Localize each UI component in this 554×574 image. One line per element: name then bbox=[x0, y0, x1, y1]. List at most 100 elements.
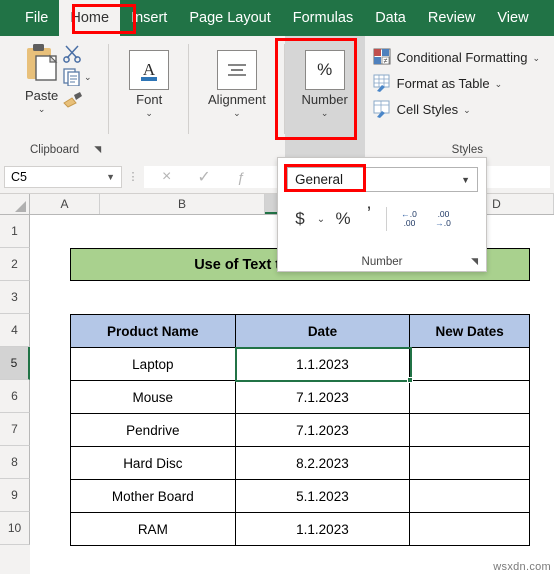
cell-new-date[interactable] bbox=[409, 446, 530, 480]
decrease-decimal-button[interactable]: .00 →.0 bbox=[426, 204, 460, 234]
table-row[interactable]: Mother Board 5.1.2023 bbox=[70, 479, 530, 513]
column-header-new-dates: New Dates bbox=[409, 314, 530, 348]
number-format-chevron-down-icon[interactable]: ▼ bbox=[461, 175, 470, 185]
select-all-corner[interactable] bbox=[0, 194, 30, 214]
data-table: Product Name Date New Dates Laptop 1.1.2… bbox=[70, 314, 530, 546]
alignment-group-button-label[interactable]: Alignment bbox=[208, 92, 266, 107]
cell-date[interactable]: 7.1.2023 bbox=[234, 380, 411, 414]
comma-style-button[interactable]: ’ bbox=[357, 204, 381, 234]
cell-product-name[interactable]: Hard Disc bbox=[70, 446, 236, 480]
cell-date[interactable]: 1.1.2023 bbox=[234, 347, 411, 381]
alignment-chevron-down-icon[interactable]: ⌄ bbox=[233, 108, 241, 118]
cell-date[interactable]: 8.2.2023 bbox=[234, 446, 411, 480]
tab-view[interactable]: View bbox=[486, 0, 539, 36]
font-group-button-label[interactable]: Font bbox=[136, 92, 162, 107]
cell-styles-chevron-down-icon[interactable]: ⌄ bbox=[463, 105, 471, 115]
row-header-8[interactable]: 8 bbox=[0, 446, 30, 479]
column-header-a[interactable]: A bbox=[30, 194, 100, 214]
cell-product-name[interactable]: Laptop bbox=[70, 347, 236, 381]
ribbon-group-number[interactable]: % Number ⌄ bbox=[284, 36, 365, 160]
paste-button-label[interactable]: Paste bbox=[25, 88, 58, 103]
copy-chevron-down-icon[interactable]: ⌄ bbox=[84, 72, 92, 82]
tab-home[interactable]: Home bbox=[59, 0, 121, 36]
row-header-5[interactable]: 5 bbox=[0, 347, 30, 380]
name-box-value: C5 bbox=[11, 169, 27, 184]
tab-formulas[interactable]: Formulas bbox=[282, 0, 364, 36]
cell-product-name[interactable]: RAM bbox=[70, 512, 236, 546]
insert-function-icon[interactable]: ƒ bbox=[237, 169, 245, 185]
row-header-2[interactable]: 2 bbox=[0, 248, 30, 281]
increase-decimal-button[interactable]: ←.0 .00 bbox=[392, 204, 426, 234]
tab-page-layout[interactable]: Page Layout bbox=[178, 0, 281, 36]
cut-button[interactable] bbox=[62, 42, 108, 65]
number-chevron-down-icon[interactable]: ⌄ bbox=[321, 108, 329, 118]
number-format-button[interactable]: % bbox=[304, 50, 345, 90]
format-as-table-chevron-down-icon[interactable]: ⌄ bbox=[495, 79, 503, 89]
confirm-icon[interactable]: ✓ bbox=[197, 167, 210, 187]
cell-new-date[interactable] bbox=[409, 479, 530, 513]
table-header-row: Product Name Date New Dates bbox=[70, 314, 530, 348]
column-header-b[interactable]: B bbox=[100, 194, 265, 214]
row-header-3[interactable]: 3 bbox=[0, 281, 30, 314]
font-chevron-down-icon[interactable]: ⌄ bbox=[145, 108, 153, 118]
cell-new-date[interactable] bbox=[409, 512, 530, 546]
format-painter-button[interactable] bbox=[62, 88, 108, 111]
format-as-table-icon bbox=[373, 74, 392, 92]
number-dialog-launcher-icon[interactable]: ◥ bbox=[471, 256, 478, 267]
row-header-6[interactable]: 6 bbox=[0, 380, 30, 413]
format-as-table-label: Format as Table bbox=[396, 75, 490, 91]
table-row[interactable]: Mouse 7.1.2023 bbox=[70, 380, 530, 414]
row-header-7[interactable]: 7 bbox=[0, 413, 30, 446]
clipboard-group-label: Clipboard bbox=[29, 144, 80, 156]
alignment-button[interactable] bbox=[216, 50, 257, 90]
cell-date[interactable]: 5.1.2023 bbox=[234, 479, 411, 513]
cell-product-name[interactable]: Mother Board bbox=[70, 479, 236, 513]
decrease-decimal-icon: .00 →.0 bbox=[435, 209, 451, 228]
ribbon-group-styles: ≠ Conditional Formatting ⌄ Format as Tab… bbox=[365, 36, 554, 160]
ribbon-body: Paste ⌄ ⌄ Clipboard ◥ A Font ⌄ Alignment… bbox=[0, 36, 554, 160]
tab-insert[interactable]: Insert bbox=[120, 0, 178, 36]
cell-new-date[interactable] bbox=[409, 380, 530, 414]
font-button[interactable]: A bbox=[129, 50, 170, 90]
table-row[interactable]: Pendrive 7.1.2023 bbox=[70, 413, 530, 447]
cell-product-name[interactable]: Mouse bbox=[70, 380, 236, 414]
cell-product-name[interactable]: Pendrive bbox=[70, 413, 236, 447]
currency-button[interactable]: $ bbox=[287, 204, 313, 234]
conditional-formatting-button[interactable]: ≠ Conditional Formatting ⌄ bbox=[373, 44, 540, 70]
cell-styles-icon bbox=[373, 100, 392, 118]
formula-bar-separator: ⋮ bbox=[127, 171, 139, 183]
number-buttons-divider bbox=[386, 207, 387, 231]
copy-button[interactable]: ⌄ bbox=[62, 65, 108, 88]
table-row[interactable]: RAM 1.1.2023 bbox=[70, 512, 530, 546]
clipboard-dialog-launcher-icon[interactable]: ◥ bbox=[94, 144, 101, 155]
cell-date[interactable]: 1.1.2023 bbox=[234, 512, 411, 546]
format-as-table-button[interactable]: Format as Table ⌄ bbox=[373, 70, 503, 96]
format-painter-icon bbox=[62, 91, 84, 109]
table-row[interactable]: Laptop 1.1.2023 bbox=[70, 347, 530, 381]
row-header-10[interactable]: 10 bbox=[0, 512, 30, 545]
cut-icon bbox=[62, 44, 82, 63]
row-header-4[interactable]: 4 bbox=[0, 314, 30, 347]
name-box-chevron-down-icon[interactable]: ▼ bbox=[106, 172, 115, 182]
cancel-icon[interactable]: × bbox=[162, 168, 171, 186]
paste-chevron-down-icon[interactable]: ⌄ bbox=[38, 104, 46, 114]
tab-data[interactable]: Data bbox=[364, 0, 417, 36]
cell-styles-button[interactable]: Cell Styles ⌄ bbox=[373, 96, 471, 122]
table-row[interactable]: Hard Disc 8.2.2023 bbox=[70, 446, 530, 480]
conditional-formatting-chevron-down-icon[interactable]: ⌄ bbox=[532, 53, 540, 63]
cell-date[interactable]: 7.1.2023 bbox=[234, 413, 411, 447]
number-group-button-label[interactable]: Number bbox=[302, 92, 348, 107]
cell-new-date[interactable] bbox=[409, 413, 530, 447]
percent-style-button[interactable]: % bbox=[329, 204, 357, 234]
cell-new-date[interactable] bbox=[409, 347, 530, 381]
row-header-1[interactable]: 1 bbox=[0, 215, 30, 248]
paste-icon[interactable] bbox=[19, 42, 65, 86]
row-header-9[interactable]: 9 bbox=[0, 479, 30, 512]
ribbon-group-font: A Font ⌄ bbox=[109, 36, 190, 160]
tab-file[interactable]: File bbox=[14, 0, 59, 36]
number-format-value: General bbox=[295, 172, 344, 187]
number-format-select[interactable]: General ▼ bbox=[287, 167, 478, 192]
tab-review[interactable]: Review bbox=[417, 0, 487, 36]
name-box[interactable]: C5 ▼ bbox=[4, 165, 122, 188]
currency-dropdown-caret-icon[interactable]: ⌄ bbox=[313, 204, 329, 234]
